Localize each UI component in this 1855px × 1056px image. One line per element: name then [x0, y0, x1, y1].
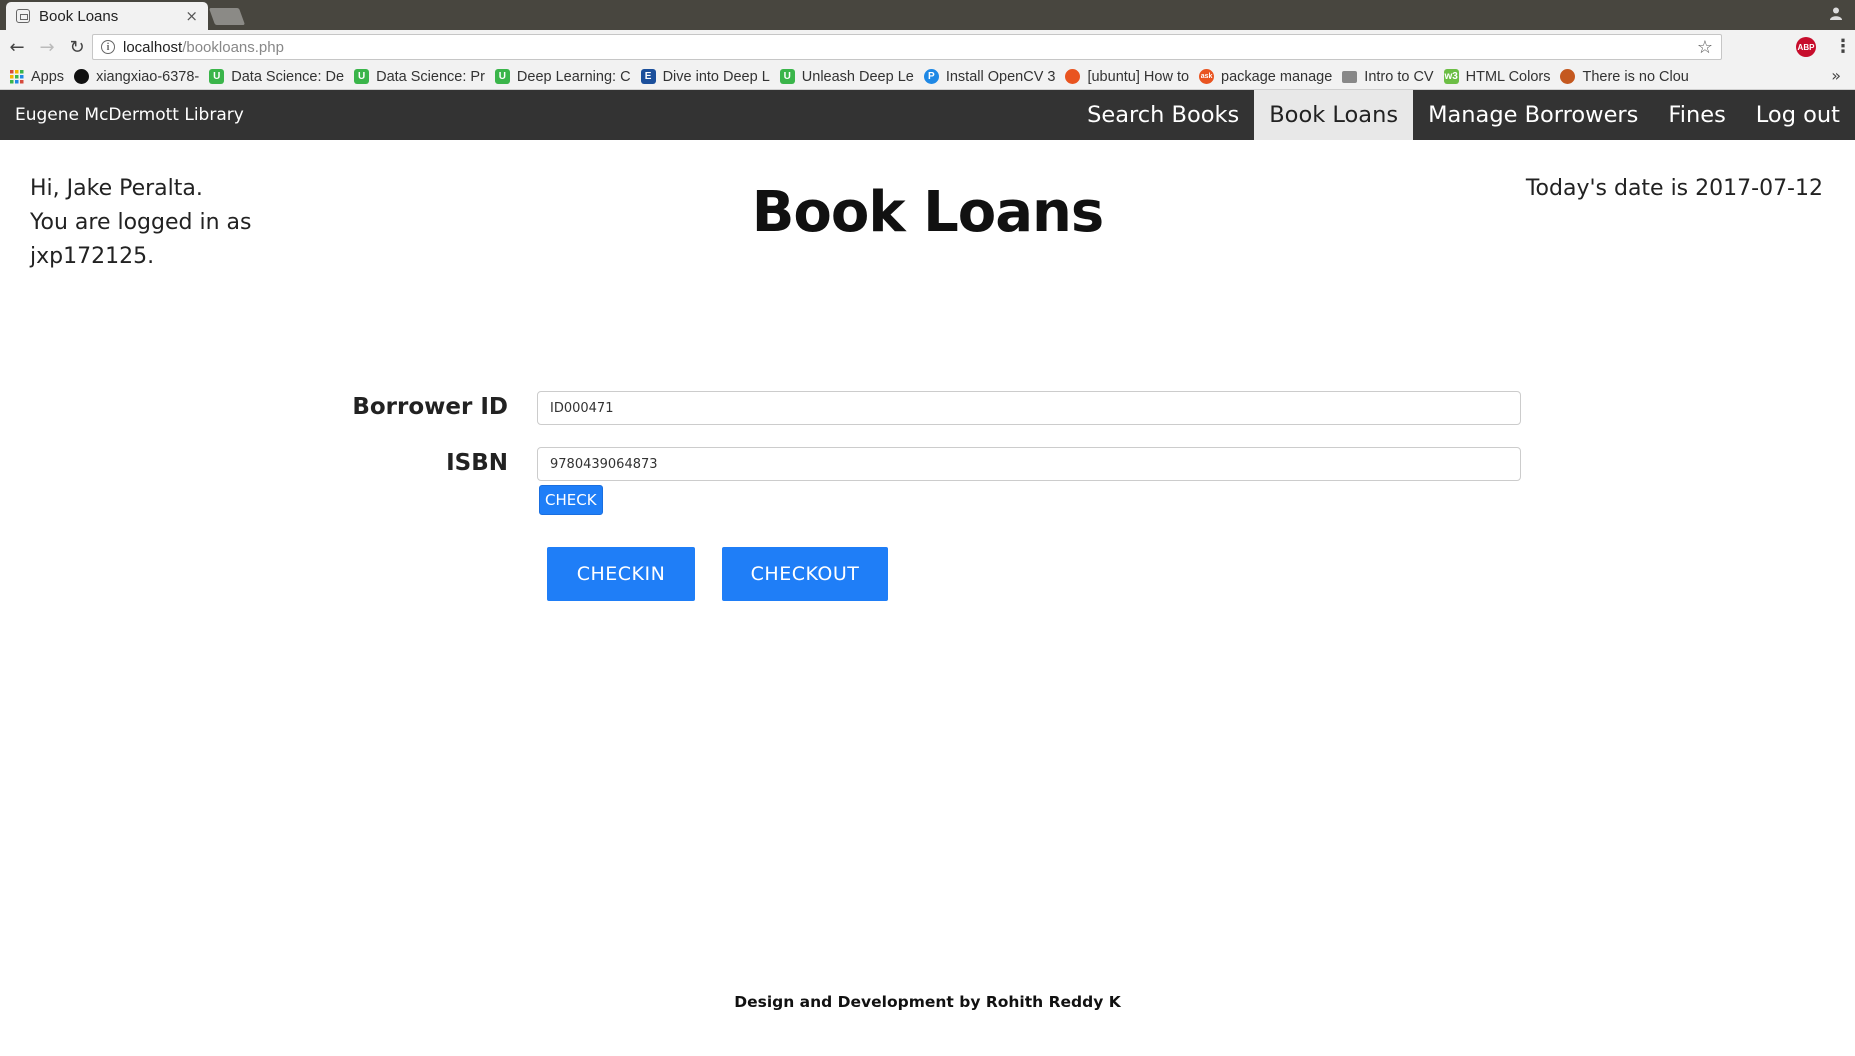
checkin-button[interactable]: CHECKIN: [547, 547, 695, 601]
bookmark-label: Dive into Deep L: [662, 68, 770, 85]
tab-close-icon[interactable]: ×: [185, 7, 198, 25]
nav-manage-borrowers[interactable]: Manage Borrowers: [1413, 90, 1653, 140]
back-arrow-icon[interactable]: ←: [4, 34, 30, 60]
bookmark-label: [ubuntu] How to: [1087, 68, 1190, 85]
bookmarks-bar: Apps xiangxiao-6378- U Data Science: De U Dat…: [0, 64, 1855, 90]
bookmark-label: Deep Learning: C: [516, 68, 631, 85]
bookmark-item[interactable]: ask package manage: [1199, 69, 1332, 85]
isbn-label: ISBN: [446, 450, 508, 476]
site-navbar: Eugene McDermott Library Search Books Bo…: [0, 90, 1855, 140]
bookmark-label: Apps: [31, 68, 65, 85]
bookmark-item[interactable]: E Dive into Deep L: [640, 68, 770, 85]
bookmark-label: Data Science: Pr: [376, 68, 485, 85]
bookmark-item[interactable]: U Data Science: De: [209, 69, 344, 85]
bookmark-label: There is no Clou: [1582, 68, 1689, 85]
askubuntu-icon: ask: [1199, 69, 1215, 84]
borrower-id-label: Borrower ID: [352, 394, 508, 420]
bookmark-item[interactable]: w3 HTML Colors: [1443, 68, 1551, 85]
username: jxp172125.: [30, 244, 155, 269]
bookmark-item[interactable]: xiangxiao-6378-: [74, 69, 199, 85]
checkout-button[interactable]: CHECKOUT: [722, 547, 888, 601]
bookmark-item[interactable]: There is no Clou: [1560, 68, 1689, 85]
bookmark-item[interactable]: Intro to CV: [1342, 68, 1434, 85]
bookmark-star-icon[interactable]: ☆: [1697, 37, 1713, 58]
bookmark-label: Data Science: De: [231, 68, 345, 85]
nav-book-loans[interactable]: Book Loans: [1254, 90, 1414, 140]
nav-search-books[interactable]: Search Books: [1072, 90, 1254, 140]
apps-grid-icon: [9, 69, 24, 84]
bookmark-label: package manage: [1221, 68, 1333, 85]
isbn-input[interactable]: [537, 447, 1521, 481]
browser-tab[interactable]: Book Loans ×: [6, 2, 208, 30]
page-title: Book Loans: [751, 180, 1105, 245]
footer-credit: Design and Development by Rohith Reddy K: [734, 993, 1121, 1011]
bookmark-label: Unleash Deep Le: [801, 68, 914, 85]
tab-title: Book Loans: [39, 7, 119, 25]
github-icon: [74, 69, 90, 84]
bookmark-label: xiangxiao-6378-: [96, 68, 200, 85]
nav-fines[interactable]: Fines: [1653, 90, 1740, 140]
forward-arrow-icon[interactable]: →: [34, 34, 60, 60]
adblock-plus-icon[interactable]: ABP: [1796, 37, 1816, 57]
bookmark-item[interactable]: P Install OpenCV 3: [923, 68, 1056, 85]
ubuntu-icon: [1065, 69, 1081, 84]
url-host: localhost: [123, 38, 183, 56]
folder-icon: [1342, 70, 1358, 83]
profile-icon[interactable]: [1829, 6, 1843, 20]
address-bar[interactable]: i localhost/bookloans.php ☆: [92, 34, 1722, 60]
bookmark-label: Intro to CV: [1364, 68, 1434, 85]
bookmark-item[interactable]: U Data Science: Pr: [354, 69, 485, 85]
udacity-icon: U: [354, 69, 370, 84]
udacity-icon: U: [209, 69, 225, 84]
fox-icon: [1560, 69, 1576, 84]
bookmark-item[interactable]: [ubuntu] How to: [1065, 69, 1189, 85]
udacity-icon: U: [494, 69, 510, 84]
w3-icon: w3: [1443, 69, 1459, 84]
new-tab-button[interactable]: [208, 8, 246, 25]
brand-link[interactable]: Eugene McDermott Library: [15, 90, 244, 140]
page-favicon-icon: [16, 9, 30, 23]
bookmarks-overflow-icon[interactable]: »: [1831, 66, 1841, 85]
nav-log-out[interactable]: Log out: [1741, 90, 1855, 140]
nav-links: Search Books Book Loans Manage Borrowers…: [1072, 90, 1855, 140]
check-button[interactable]: CHECK: [539, 485, 603, 515]
url-path: /bookloans.php: [182, 38, 284, 56]
bookmark-item[interactable]: U Deep Learning: C: [494, 68, 631, 85]
udacity-icon: U: [779, 69, 795, 84]
info-icon[interactable]: i: [101, 40, 115, 54]
p-icon: P: [923, 69, 939, 84]
browser-tabstrip: Book Loans ×: [0, 0, 1855, 30]
bookmark-item[interactable]: U Unleash Deep Le: [779, 68, 914, 85]
browser-menu-icon[interactable]: ⋮: [1834, 35, 1852, 59]
bookmark-item[interactable]: Apps: [9, 69, 64, 85]
reload-icon[interactable]: ↻: [64, 34, 90, 60]
borrower-id-input[interactable]: [537, 391, 1521, 425]
book-icon: E: [640, 69, 656, 84]
bookmark-label: HTML Colors: [1465, 68, 1551, 85]
bookmark-label: Install OpenCV 3: [945, 68, 1056, 85]
browser-toolbar: ← → ↻ i localhost/bookloans.php ☆ ABP ⋮: [0, 30, 1855, 64]
